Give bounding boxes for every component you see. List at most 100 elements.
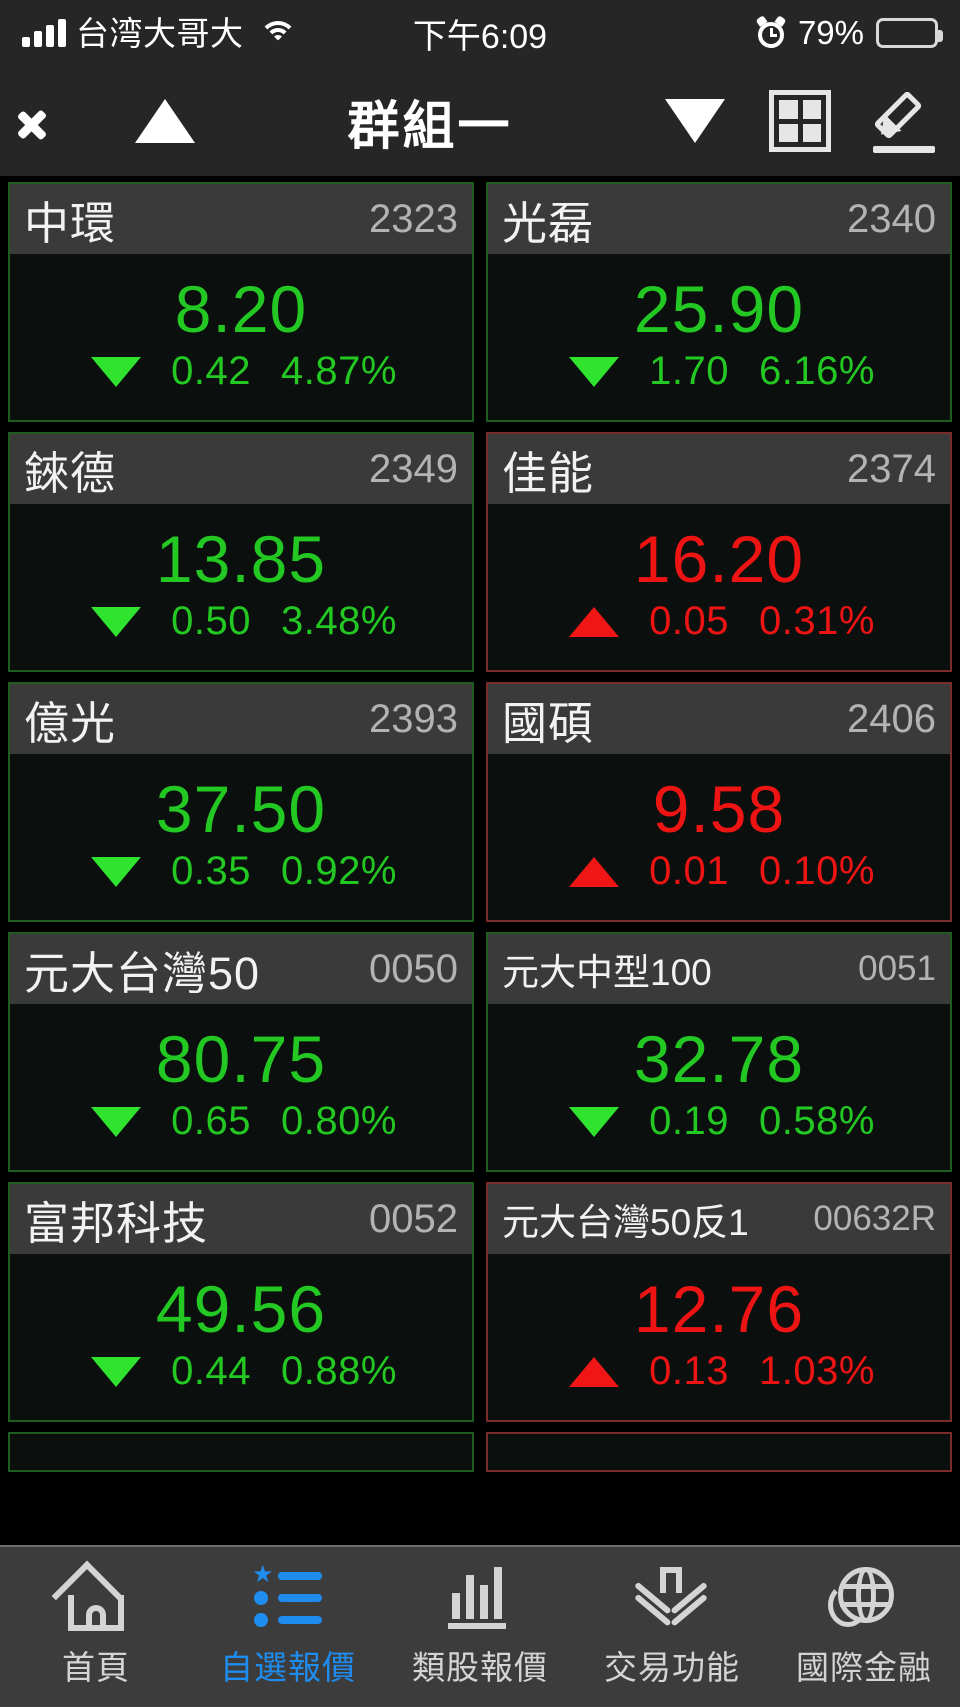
stock-change-row: 0.35 0.92%: [10, 849, 472, 894]
edit-button[interactable]: [850, 87, 960, 155]
tab-star-list[interactable]: ★ 自選報價: [192, 1547, 384, 1707]
quote-card-body: 49.56 0.44 0.88%: [10, 1254, 472, 1420]
quote-card-partial[interactable]: [8, 1432, 474, 1472]
triangle-down-icon: [569, 356, 620, 387]
triangle-up-icon: [569, 606, 620, 637]
stock-change-row: 0.19 0.58%: [488, 1099, 950, 1144]
quote-card-header: 佳能 2374: [488, 434, 950, 504]
stock-price: 9.58: [652, 771, 786, 846]
quote-card[interactable]: 富邦科技 0052 49.56 0.44 0.88%: [8, 1182, 474, 1422]
stock-change-percent: 0.80%: [280, 1099, 397, 1144]
stock-change-row: 0.50 3.48%: [10, 599, 472, 644]
stock-name: 元大台灣50反1: [502, 1202, 749, 1243]
quote-card[interactable]: 國碩 2406 9.58 0.01 0.10%: [486, 682, 952, 922]
next-group-button[interactable]: [640, 99, 750, 143]
star-list-icon: ★: [252, 1563, 324, 1631]
stock-change-value: 0.50: [171, 599, 251, 644]
download-arrow-icon: [636, 1565, 708, 1631]
stock-change-row: 0.05 0.31%: [488, 599, 950, 644]
stock-change-percent: 3.48%: [280, 599, 397, 644]
signal-bars-icon: [22, 19, 66, 47]
quote-card-partial[interactable]: [486, 1432, 952, 1472]
stock-code: 0052: [369, 1196, 458, 1241]
quote-card-header: 中環 2323: [10, 184, 472, 254]
quote-card-body: 16.20 0.05 0.31%: [488, 504, 950, 670]
tab-home[interactable]: 首頁: [0, 1547, 192, 1707]
status-bar-right: 79%: [755, 14, 943, 52]
home-icon: [51, 1560, 132, 1632]
stock-change-percent: 0.88%: [280, 1349, 397, 1394]
tab-label: 國際金融: [796, 1649, 932, 1686]
stock-name: 錸德: [24, 447, 117, 499]
quote-card[interactable]: 錸德 2349 13.85 0.50 3.48%: [8, 432, 474, 672]
quote-card-body: 8.20 0.42 4.87%: [10, 254, 472, 420]
quote-card-header: 元大台灣50 0050: [10, 934, 472, 1004]
stock-change-row: 0.42 4.87%: [10, 349, 472, 394]
quote-card[interactable]: 元大中型100 0051 32.78 0.19 0.58%: [486, 932, 952, 1172]
stock-name: 佳能: [502, 447, 595, 499]
triangle-down-icon: [91, 1106, 142, 1137]
triangle-down-icon: [91, 856, 142, 887]
quote-card[interactable]: 佳能 2374 16.20 0.05 0.31%: [486, 432, 952, 672]
triangle-up-icon: [569, 856, 620, 887]
stock-price: 8.20: [174, 271, 308, 346]
triangle-down-icon: [665, 99, 725, 143]
bottom-tab-bar: 首頁 ★ 自選報價 類股報價 交易功能 國際金融: [0, 1545, 960, 1707]
quote-card-body: 37.50 0.35 0.92%: [10, 754, 472, 920]
quote-card[interactable]: 中環 2323 8.20 0.42 4.87%: [8, 182, 474, 422]
stock-price: 25.90: [633, 271, 805, 346]
quote-card-header: 元大台灣50反1 00632R: [488, 1184, 950, 1254]
quote-card-body: 25.90 1.70 6.16%: [488, 254, 950, 420]
stock-change-value: 0.01: [649, 849, 729, 894]
stock-code: 0051: [858, 949, 936, 988]
tab-bar-chart[interactable]: 類股報價: [384, 1547, 576, 1707]
status-bar: 台湾大哥大 下午6:09 79%: [0, 0, 960, 66]
stock-price: 49.56: [155, 1271, 327, 1346]
quote-card-body: 80.75 0.65 0.80%: [10, 1004, 472, 1170]
carrier-label: 台湾大哥大: [76, 14, 244, 52]
globe-icon: [828, 1565, 900, 1631]
stock-change-value: 0.19: [649, 1099, 729, 1144]
back-button[interactable]: [0, 95, 110, 147]
stock-change-percent: 0.92%: [280, 849, 397, 894]
stock-change-value: 0.35: [171, 849, 251, 894]
stock-price: 16.20: [633, 521, 805, 596]
stock-change-percent: 0.10%: [758, 849, 875, 894]
wifi-icon: [258, 19, 298, 47]
stock-change-percent: 0.58%: [758, 1099, 875, 1144]
quote-card-header: 錸德 2349: [10, 434, 472, 504]
quote-card[interactable]: 億光 2393 37.50 0.35 0.92%: [8, 682, 474, 922]
layout-toggle-button[interactable]: [750, 90, 850, 152]
quote-grid: 中環 2323 8.20 0.42 4.87% 光磊 2340 25.90 1.70 6.16% 錸…: [0, 176, 960, 1545]
tab-globe[interactable]: 國際金融: [768, 1547, 960, 1707]
stock-change-value: 0.13: [649, 1349, 729, 1394]
quote-card[interactable]: 元大台灣50反1 00632R 12.76 0.13 1.03%: [486, 1182, 952, 1422]
stock-name: 國碩: [502, 697, 595, 749]
quote-card-header: 元大中型100 0051: [488, 934, 950, 1004]
quote-card-header: 光磊 2340: [488, 184, 950, 254]
tab-label: 首頁: [62, 1649, 130, 1686]
triangle-down-icon: [91, 606, 142, 637]
quote-card[interactable]: 元大台灣50 0050 80.75 0.65 0.80%: [8, 932, 474, 1172]
stock-price: 32.78: [633, 1021, 805, 1096]
nav-bar: 群組一: [0, 66, 960, 176]
tab-download-arrow[interactable]: 交易功能: [576, 1547, 768, 1707]
stock-change-percent: 6.16%: [758, 349, 875, 394]
stock-name: 元大中型100: [502, 952, 712, 993]
stock-change-percent: 0.31%: [758, 599, 875, 644]
triangle-down-icon: [91, 356, 142, 387]
quote-card[interactable]: 光磊 2340 25.90 1.70 6.16%: [486, 182, 952, 422]
quote-card-body: 13.85 0.50 3.48%: [10, 504, 472, 670]
stock-change-value: 0.42: [171, 349, 251, 394]
stock-change-percent: 1.03%: [758, 1349, 875, 1394]
quote-card-body: 9.58 0.01 0.10%: [488, 754, 950, 920]
stock-code: 2349: [369, 446, 458, 491]
page-title[interactable]: 群組一: [220, 84, 640, 159]
tab-label: 交易功能: [604, 1649, 740, 1686]
pencil-edit-icon: [871, 87, 939, 155]
stock-change-row: 1.70 6.16%: [488, 349, 950, 394]
quote-card-body: 32.78 0.19 0.58%: [488, 1004, 950, 1170]
previous-group-button[interactable]: [110, 99, 220, 143]
stock-name: 元大台灣50: [24, 947, 261, 999]
bar-chart-icon: [444, 1565, 516, 1631]
